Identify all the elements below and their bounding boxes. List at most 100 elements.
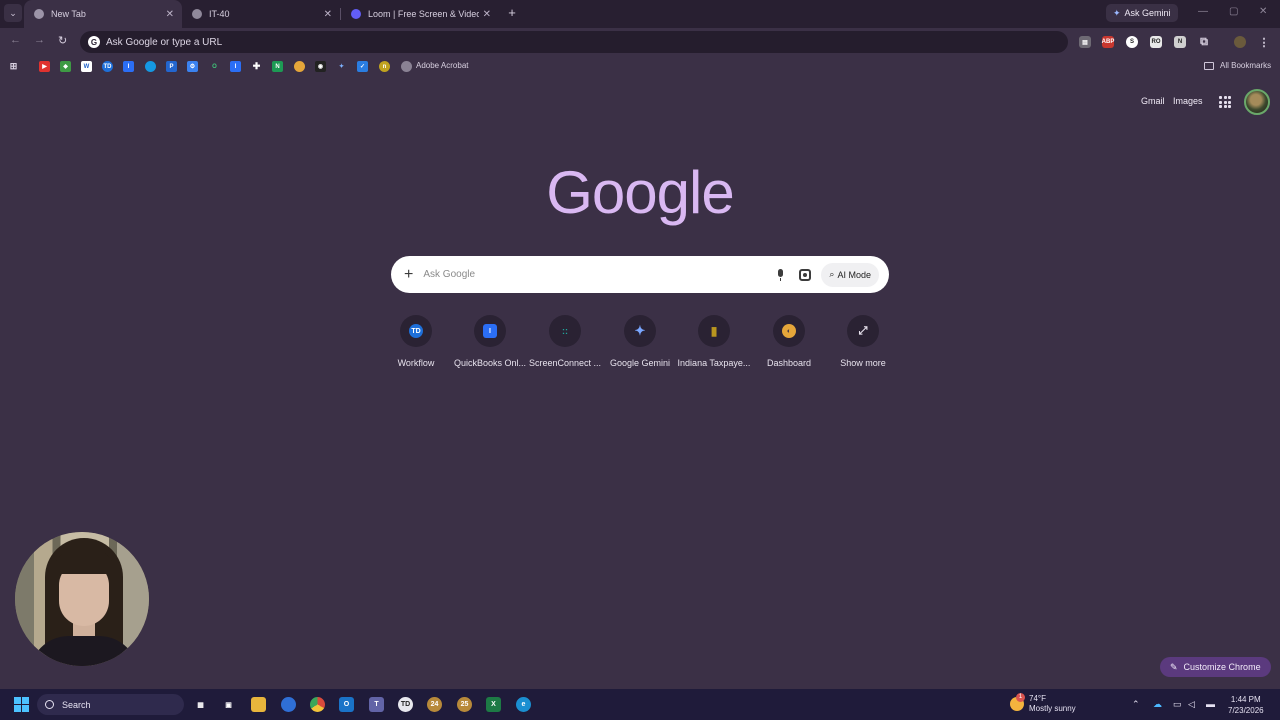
quickbooks-bookmark-icon[interactable]: I <box>123 61 134 72</box>
s-extension-icon[interactable]: S <box>1126 36 1138 48</box>
pencil-icon: ✎ <box>1170 661 1178 672</box>
ro-extension-icon[interactable]: RO <box>1150 36 1162 48</box>
outlook-icon[interactable]: O <box>339 697 354 712</box>
file-explorer-icon[interactable] <box>251 697 266 712</box>
blue-circle-icon[interactable] <box>145 61 156 72</box>
menu-kebab-icon[interactable]: ⋮ <box>1258 36 1270 49</box>
shortcut-google-gemini[interactable]: ✦ Google Gemini <box>603 315 677 368</box>
microphone-icon[interactable] <box>776 268 785 281</box>
shortcut-screenconnect[interactable]: :: ScreenConnect ... <box>528 315 602 368</box>
new-tab-button[interactable]: + <box>505 5 519 21</box>
bookmark-adobe-acrobat[interactable]: Adobe Acrobat <box>416 61 468 70</box>
settings-bookmark-icon[interactable]: ⚙ <box>187 61 198 72</box>
dashboard-bookmark-icon[interactable] <box>294 61 305 72</box>
search-box[interactable]: + Ask Google ⌕ AI Mode <box>391 256 889 293</box>
ask-gemini-button[interactable]: ✦ Ask Gemini <box>1106 4 1178 22</box>
address-bar[interactable]: G Ask Google or type a URL <box>80 31 1068 53</box>
adblock-icon[interactable]: ABP <box>1102 36 1114 48</box>
shortcut-workflow[interactable]: TD Workflow <box>379 315 453 368</box>
close-tab-icon[interactable]: ✕ <box>324 9 332 20</box>
edge-icon[interactable]: e <box>516 697 531 712</box>
search-input[interactable]: Ask Google <box>423 269 776 280</box>
n-bookmark-icon[interactable]: N <box>272 61 283 72</box>
back-icon[interactable]: ← <box>10 34 21 46</box>
task-view-icon[interactable]: ▦ <box>193 697 208 712</box>
tray-overflow-icon[interactable]: ⌃ <box>1132 699 1140 710</box>
gemini-sparkle-icon: ✦ <box>1113 7 1121 18</box>
calendar-25-icon[interactable]: 25 <box>457 697 472 712</box>
check-bookmark-icon[interactable]: ✓ <box>357 61 368 72</box>
system-clock[interactable]: 1:44 PM 7/23/2026 <box>1228 694 1264 716</box>
network-icon[interactable]: ▭ <box>1173 699 1182 710</box>
apps-grid-icon[interactable]: ⊞ <box>8 61 19 72</box>
customize-chrome-button[interactable]: ✎ Customize Chrome <box>1160 657 1271 677</box>
onedrive-icon[interactable]: ☁ <box>1153 699 1162 710</box>
tab-strip: ⌄ New Tab ✕ IT-40 ✕ Loom | Free Screen &… <box>0 0 1280 28</box>
profile-avatar-icon[interactable] <box>1234 36 1246 48</box>
o-bookmark-icon[interactable]: O <box>209 61 220 72</box>
tab-new-tab[interactable]: New Tab ✕ <box>24 0 182 28</box>
images-link[interactable]: Images <box>1173 96 1203 106</box>
browser-toolbar: ← → ↻ G Ask Google or type a URL ▤ ABP S… <box>0 28 1280 56</box>
windows-taskbar: Search ▦ ▣ O T TD 24 25 X e 1 74°F Mostl… <box>0 689 1280 720</box>
excel-icon[interactable]: X <box>486 697 501 712</box>
1password-icon[interactable] <box>281 697 296 712</box>
shortcut-circle: TD <box>400 315 432 347</box>
shortcut-circle: ◐ <box>773 315 805 347</box>
shortcut-label: Workflow <box>397 358 435 368</box>
gemini-bookmark-icon[interactable]: ✦ <box>336 61 347 72</box>
battery-icon[interactable]: ▬ <box>1206 699 1215 709</box>
quickbooks-bookmark-2-icon[interactable]: I <box>230 61 241 72</box>
forward-icon[interactable]: → <box>34 34 45 46</box>
dark-bookmark-icon[interactable]: ◉ <box>315 61 326 72</box>
puzzle-icon[interactable]: ⧉ <box>1198 36 1210 48</box>
tab-title: Loom | Free Screen & Video Re <box>368 9 479 19</box>
td-icon: TD <box>409 324 423 338</box>
shortcut-label: Dashboard <box>766 358 812 368</box>
bookmark-w-icon[interactable]: W <box>81 61 92 72</box>
clock-date: 7/23/2026 <box>1228 706 1264 715</box>
google-lens-icon[interactable] <box>799 268 812 281</box>
n-circle-bookmark-icon[interactable]: n <box>379 61 390 72</box>
windows-start-icon[interactable] <box>14 697 29 712</box>
p-bookmark-icon[interactable]: P <box>166 61 177 72</box>
taskbar-search-label: Search <box>62 699 91 710</box>
address-bar-text[interactable]: Ask Google or type a URL <box>106 37 222 48</box>
tab-loom[interactable]: Loom | Free Screen & Video Re ✕ <box>341 0 499 28</box>
calendar-24-icon[interactable]: 24 <box>427 697 442 712</box>
weather-sun-icon: 1 <box>1010 693 1025 711</box>
minimize-icon[interactable]: — <box>1198 6 1208 17</box>
add-plus-icon[interactable]: + <box>404 266 413 283</box>
shortcut-indiana-taxpayer[interactable]: ▮ Indiana Taxpaye... <box>677 315 751 368</box>
close-window-icon[interactable]: ✕ <box>1259 6 1267 17</box>
volume-icon[interactable]: ◁ <box>1188 699 1195 710</box>
person-bangs <box>55 550 113 574</box>
tab-it-40[interactable]: IT-40 ✕ <box>182 0 340 28</box>
close-tab-icon[interactable]: ✕ <box>483 9 491 20</box>
td-bookmark-icon[interactable]: TD <box>102 61 113 72</box>
tab-search-button[interactable]: ⌄ <box>4 4 22 22</box>
plus-bookmark-icon[interactable]: ✚ <box>251 61 262 72</box>
gmail-link[interactable]: Gmail <box>1141 96 1165 106</box>
account-avatar[interactable] <box>1244 89 1270 115</box>
shortcut-show-more[interactable]: ⤢ Show more <box>826 315 900 368</box>
notion-icon[interactable]: N <box>1174 36 1186 48</box>
teams-icon[interactable]: T <box>369 697 384 712</box>
webcam-overlay <box>15 532 149 666</box>
weather-widget[interactable]: 1 74°F Mostly sunny <box>1010 693 1076 714</box>
ai-mode-button[interactable]: ⌕ AI Mode <box>821 262 879 287</box>
shortcut-dashboard[interactable]: ◐ Dashboard <box>752 315 826 368</box>
all-bookmarks-button[interactable]: All Bookmarks <box>1204 61 1271 70</box>
chrome-icon[interactable] <box>310 697 325 712</box>
reload-icon[interactable]: ↻ <box>58 34 67 47</box>
google-apps-icon[interactable] <box>1219 96 1231 108</box>
taskbar-search[interactable]: Search <box>37 694 184 715</box>
remote-app-icon[interactable]: ▣ <box>221 697 236 712</box>
shortcut-quickbooks[interactable]: I QuickBooks Onl... <box>453 315 527 368</box>
maps-icon[interactable]: ◆ <box>60 61 71 72</box>
restore-icon[interactable]: ▢ <box>1229 6 1238 17</box>
extension-icon[interactable]: ▤ <box>1079 36 1091 48</box>
youtube-icon[interactable]: ▶ <box>39 61 50 72</box>
close-tab-icon[interactable]: ✕ <box>166 9 174 20</box>
td-app-icon[interactable]: TD <box>398 697 413 712</box>
